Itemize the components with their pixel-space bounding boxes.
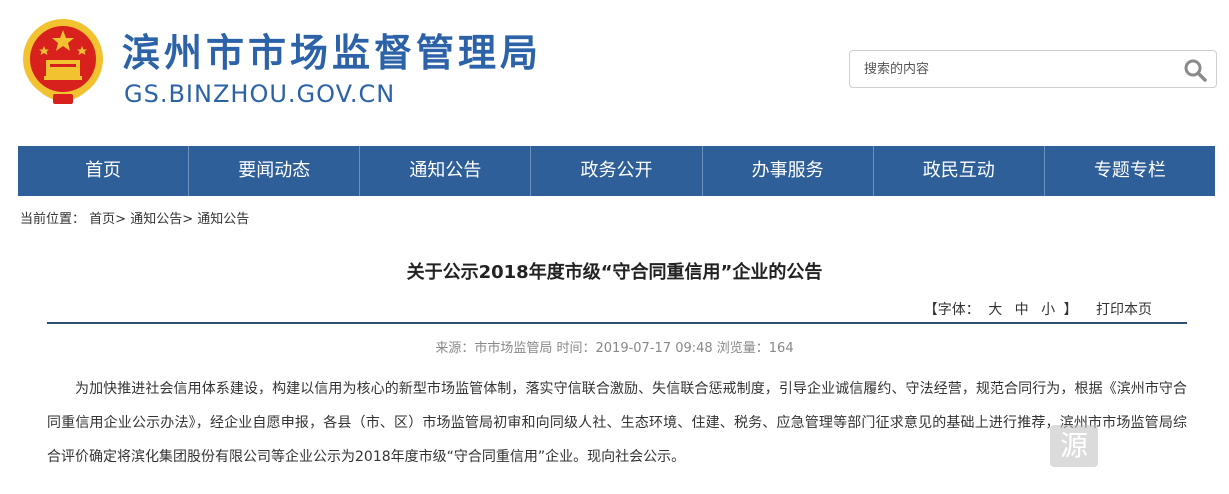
font-size-label: 【字体：	[923, 302, 980, 318]
nav-item-topics[interactable]: 专题专栏	[1045, 146, 1215, 196]
nav-item-notices[interactable]: 通知公告	[360, 146, 532, 196]
site-header: 滨州市市场监督管理局 GS.BINZHOU.GOV.CN	[0, 0, 1229, 145]
breadcrumb-separator: >	[182, 212, 198, 227]
breadcrumb: 当前位置： 首页> 通知公告> 通知公告	[20, 208, 249, 227]
nav-item-interaction[interactable]: 政民互动	[874, 146, 1045, 196]
font-size-small-button[interactable]: 小	[1037, 302, 1059, 318]
article-body: 为加快推进社会信用体系建设，构建以信用为核心的新型市场监管体制，落实守信联合激励…	[47, 381, 1187, 465]
breadcrumb-item-home[interactable]: 首页	[89, 212, 115, 227]
national-emblem-icon	[23, 19, 103, 104]
breadcrumb-item-notices-sub[interactable]: 通知公告	[197, 212, 249, 227]
font-size-large-button[interactable]: 大	[984, 302, 1006, 318]
font-size-medium-button[interactable]: 中	[1011, 302, 1033, 318]
article-meta: 来源：市市场监管局 时间：2019-07-17 09:48 浏览量：164	[435, 341, 794, 356]
font-size-close: 】	[1063, 302, 1078, 318]
site-name: 滨州市市场监督管理局	[122, 31, 543, 75]
breadcrumb-item-notices[interactable]: 通知公告	[130, 212, 182, 227]
main-nav: 首页 要闻动态 通知公告 政务公开 办事服务 政民互动 专题专栏	[18, 146, 1215, 196]
breadcrumb-separator: >	[115, 212, 131, 227]
search-box	[849, 50, 1217, 88]
nav-item-services[interactable]: 办事服务	[703, 146, 874, 196]
nav-item-government-affairs[interactable]: 政务公开	[531, 146, 703, 196]
nav-item-news[interactable]: 要闻动态	[189, 146, 361, 196]
search-icon[interactable]	[1182, 57, 1208, 83]
print-page-button[interactable]: 打印本页	[1096, 302, 1152, 318]
title-divider	[47, 322, 1187, 324]
article-title: 关于公示2018年度市级“守合同重信用”企业的公告	[406, 262, 823, 283]
breadcrumb-prefix: 当前位置：	[20, 212, 86, 227]
article-tools: 【字体： 大 中 小 】 打印本页	[924, 299, 1152, 319]
nav-item-home[interactable]: 首页	[18, 146, 190, 196]
search-input[interactable]	[864, 59, 1164, 79]
site-domain: GS.BINZHOU.GOV.CN	[124, 80, 396, 108]
watermark-icon: 源	[1050, 425, 1098, 467]
